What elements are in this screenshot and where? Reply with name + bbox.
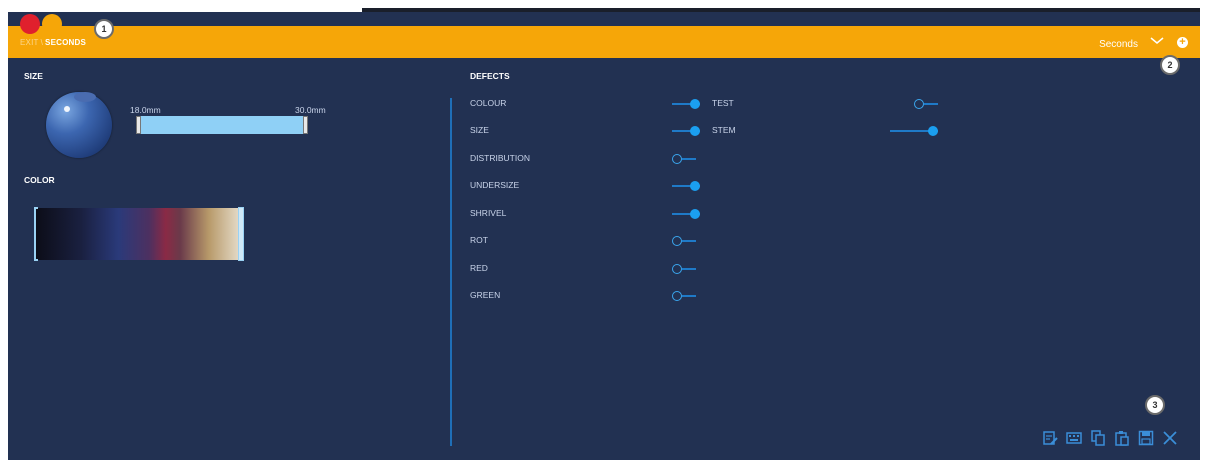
defect-label-colour: COLOUR xyxy=(470,98,507,108)
breadcrumb-current: SECONDS xyxy=(45,38,86,47)
edit-icon[interactable] xyxy=(1042,430,1058,446)
grade-select-value[interactable]: Seconds xyxy=(1099,39,1138,50)
size-range-bar xyxy=(138,116,306,134)
defect-label-red: RED xyxy=(470,263,488,273)
color-min-handle[interactable] xyxy=(34,207,38,261)
callout-badge-2: 2 xyxy=(1160,55,1180,75)
defect-label-green: GREEN xyxy=(470,290,501,300)
color-section-title: COLOR xyxy=(24,175,55,185)
header-bar xyxy=(8,26,1200,58)
panel-divider xyxy=(450,98,452,446)
size-min-label: 18.0mm xyxy=(130,105,161,115)
defect-toggle-distribution[interactable] xyxy=(672,153,700,165)
app-window: EXIT \ SECONDS 1 Seconds + 2 SIZE 18.0mm 3… xyxy=(8,12,1200,460)
callout-badge-1: 1 xyxy=(94,19,114,39)
chevron-down-icon[interactable] xyxy=(1150,37,1164,45)
defect-toggle-colour[interactable] xyxy=(672,98,700,110)
red-dot-icon[interactable] xyxy=(20,14,40,34)
size-max-label: 30.0mm xyxy=(295,105,326,115)
breadcrumb-exit-link[interactable]: EXIT xyxy=(20,38,39,47)
blueberry-image xyxy=(46,92,112,158)
breadcrumb: EXIT \ SECONDS xyxy=(20,38,86,47)
save-icon[interactable] xyxy=(1138,430,1154,446)
color-range-bar xyxy=(36,208,242,260)
defect-label-undersize: UNDERSIZE xyxy=(470,180,520,190)
defect-toggle-size[interactable] xyxy=(672,125,700,137)
callout-badge-3: 3 xyxy=(1145,395,1165,415)
color-max-handle[interactable] xyxy=(238,207,244,261)
paste-icon[interactable] xyxy=(1114,430,1130,446)
defect-toggle-green[interactable] xyxy=(672,290,700,302)
defect-toggle-red[interactable] xyxy=(672,263,700,275)
defect-label-test: TEST xyxy=(712,98,734,108)
size-section-title: SIZE xyxy=(24,71,43,81)
defect-label-distribution: DISTRIBUTION xyxy=(470,153,530,163)
orange-dot-icon[interactable] xyxy=(42,14,62,34)
keyboard-icon[interactable] xyxy=(1066,430,1082,446)
defect-toggle-shrivel[interactable] xyxy=(672,208,700,220)
defect-toggle-test[interactable] xyxy=(914,98,942,110)
breadcrumb-separator: \ xyxy=(40,38,44,47)
blueberry-crown xyxy=(74,92,96,102)
size-max-handle[interactable] xyxy=(303,116,308,134)
defect-label-stem: STEM xyxy=(712,125,736,135)
size-min-handle[interactable] xyxy=(136,116,141,134)
defects-section-title: DEFECTS xyxy=(470,71,510,81)
defect-label-size: SIZE xyxy=(470,125,489,135)
defect-label-rot: ROT xyxy=(470,235,488,245)
copy-icon[interactable] xyxy=(1090,430,1106,446)
defect-toggle-stem[interactable] xyxy=(890,125,938,137)
defect-label-shrivel: SHRIVEL xyxy=(470,208,507,218)
close-icon[interactable] xyxy=(1162,430,1178,446)
defect-toggle-undersize[interactable] xyxy=(672,180,700,192)
defect-toggle-rot[interactable] xyxy=(672,235,700,247)
add-icon[interactable]: + xyxy=(1177,37,1188,48)
blueberry-highlight xyxy=(64,106,70,112)
